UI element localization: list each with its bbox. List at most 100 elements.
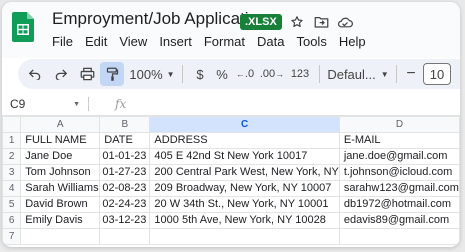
cell[interactable]: sarahw123@gmail.com	[338, 180, 460, 197]
divider	[182, 65, 183, 83]
decrease-decimal-arrow-icon: ←	[235, 69, 245, 79]
star-icon[interactable]	[289, 14, 305, 30]
increase-decimal-button[interactable]: .00 →	[257, 62, 287, 86]
cell[interactable]: FULL NAME	[20, 132, 101, 149]
cell[interactable]	[20, 228, 101, 245]
decrease-decimal-button[interactable]: ← .0	[233, 62, 257, 86]
cell[interactable]: 20 W 34th St., New York, NY 10001	[149, 196, 340, 213]
row-header[interactable]: 3	[2, 164, 22, 181]
toolbar: 100% ▼ $ % ← .0 .00 → 123 Defaul... ▼ − 10	[18, 59, 460, 89]
cell[interactable]: 1000 5th Ave, New York, NY 10028	[149, 212, 340, 229]
select-all-corner[interactable]	[2, 116, 22, 133]
chevron-down-icon: ▼	[73, 100, 80, 108]
menu-bar: File Edit View Insert Format Data Tools …	[52, 34, 366, 49]
menu-file[interactable]: File	[52, 34, 73, 49]
sheets-logo-icon[interactable]	[12, 12, 34, 42]
title-area: Emproyment/Job Application .XLSX File Ed…	[2, 2, 460, 58]
divider	[88, 97, 89, 111]
cell[interactable]: edavis89@gmail.com	[338, 212, 460, 229]
divider	[319, 65, 320, 83]
cell[interactable]: db1972@hotmail.com	[338, 196, 460, 213]
row-header[interactable]: 5	[2, 196, 22, 213]
table-row: 5 David Brown 02-24-23 20 W 34th St., Ne…	[2, 196, 460, 213]
cell[interactable]: 01-27-23	[99, 164, 151, 181]
cell[interactable]: ADDRESS	[149, 132, 340, 149]
more-formats-label: 123	[290, 68, 310, 80]
cell[interactable]: DATE	[99, 132, 151, 149]
cell[interactable]: 405 E 42nd St New York 10017	[149, 148, 340, 165]
chevron-down-icon: ▼	[380, 69, 389, 79]
cell[interactable]: jane.doe@gmail.com	[338, 148, 460, 165]
function-icon: fx	[115, 97, 127, 111]
document-title[interactable]: Emproyment/Job Application	[52, 9, 267, 29]
minus-icon: −	[406, 65, 416, 82]
font-value: Defaul...	[327, 66, 376, 82]
cell[interactable]	[149, 228, 340, 245]
cell[interactable]: 02-24-23	[99, 196, 151, 213]
cell[interactable]: Sarah Williams	[20, 180, 101, 197]
table-row: 2 Jane Doe 01-01-23 405 E 42nd St New Yo…	[2, 148, 460, 165]
more-formats-button[interactable]: 123	[287, 62, 313, 86]
menu-help[interactable]: Help	[339, 34, 366, 49]
formula-bar: C9 ▼ fx	[2, 93, 460, 116]
percent-label: %	[216, 66, 228, 82]
currency-button[interactable]: $	[189, 62, 211, 86]
table-row: 6 Emily Davis 03-12-23 1000 5th Ave, New…	[2, 212, 460, 229]
cell[interactable]: 03-12-23	[99, 212, 151, 229]
column-header-d[interactable]: D	[338, 116, 460, 133]
column-header-b[interactable]: B	[99, 116, 151, 133]
cell[interactable]: 200 Central Park West, New York, NY	[149, 164, 340, 181]
menu-insert[interactable]: Insert	[159, 34, 192, 49]
cell[interactable]: 02-08-23	[99, 180, 151, 197]
increase-decimal-arrow-icon: →	[275, 69, 285, 79]
menu-edit[interactable]: Edit	[85, 34, 107, 49]
cell[interactable]: Jane Doe	[20, 148, 101, 165]
menu-format[interactable]: Format	[204, 34, 245, 49]
cell[interactable]: Emily Davis	[20, 212, 101, 229]
menu-view[interactable]: View	[119, 34, 147, 49]
font-select[interactable]: Defaul... ▼	[326, 62, 390, 86]
chevron-down-icon: ▼	[166, 69, 175, 79]
column-header-a[interactable]: A	[20, 116, 101, 133]
menu-data[interactable]: Data	[257, 34, 284, 49]
table-row: 4 Sarah Williams 02-08-23 209 Broadway, …	[2, 180, 460, 197]
font-size-input[interactable]: 10	[423, 63, 451, 85]
row-header[interactable]: 4	[2, 180, 22, 197]
formula-input[interactable]	[134, 96, 460, 112]
cell[interactable]: Tom Johnson	[20, 164, 101, 181]
decrease-font-size-button[interactable]: −	[403, 62, 419, 86]
divider	[396, 65, 397, 83]
zoom-select[interactable]: 100% ▼	[128, 62, 176, 86]
cell[interactable]: t.johnson@icloud.com	[338, 164, 460, 181]
cell-table: A B C D 1 FULL NAME DATE ADDRESS E-MAIL …	[2, 116, 460, 245]
cell[interactable]: 209 Broadway, New York, NY 10007	[149, 180, 340, 197]
paint-format-icon[interactable]	[100, 62, 124, 86]
sheet-grid: A B C D 1 FULL NAME DATE ADDRESS E-MAIL …	[2, 116, 460, 245]
cloud-status-icon[interactable]	[337, 14, 353, 30]
cell-reference: C9	[10, 97, 26, 111]
zoom-value: 100%	[129, 66, 163, 82]
print-icon[interactable]	[74, 62, 100, 86]
row-header[interactable]: 1	[2, 132, 22, 149]
name-box[interactable]: C9 ▼	[2, 97, 80, 111]
spreadsheet-window: Emproyment/Job Application .XLSX File Ed…	[2, 2, 460, 247]
row-header[interactable]: 2	[2, 148, 22, 165]
row-header[interactable]: 7	[2, 228, 22, 245]
file-format-badge: .XLSX	[240, 14, 282, 30]
column-header-c[interactable]: C	[149, 116, 340, 133]
cell[interactable]: David Brown	[20, 196, 101, 213]
table-row: 1 FULL NAME DATE ADDRESS E-MAIL	[2, 132, 460, 149]
move-folder-icon[interactable]	[313, 14, 329, 30]
table-row: 7	[2, 228, 460, 245]
cell[interactable]: 01-01-23	[99, 148, 151, 165]
increase-decimal-label: .00	[259, 68, 276, 80]
percent-button[interactable]: %	[211, 62, 233, 86]
undo-icon[interactable]	[22, 62, 48, 86]
menu-tools[interactable]: Tools	[296, 34, 326, 49]
redo-icon[interactable]	[48, 62, 74, 86]
cell[interactable]	[338, 228, 460, 245]
font-size-value: 10	[429, 66, 445, 82]
row-header[interactable]: 6	[2, 212, 22, 229]
cell[interactable]: E-MAIL	[338, 132, 460, 149]
cell[interactable]	[99, 228, 151, 245]
